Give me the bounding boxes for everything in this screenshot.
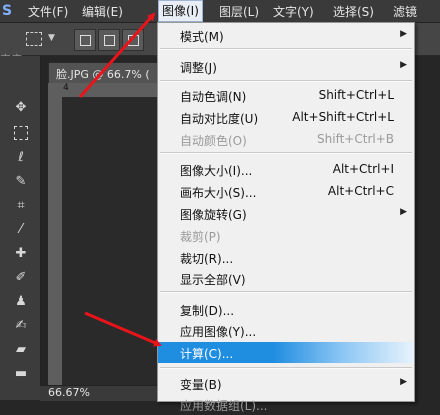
annotation-arrow-calculations (84, 311, 162, 347)
annotation-layer (78, 12, 162, 347)
annotation-arrow-image-menu (78, 12, 156, 98)
